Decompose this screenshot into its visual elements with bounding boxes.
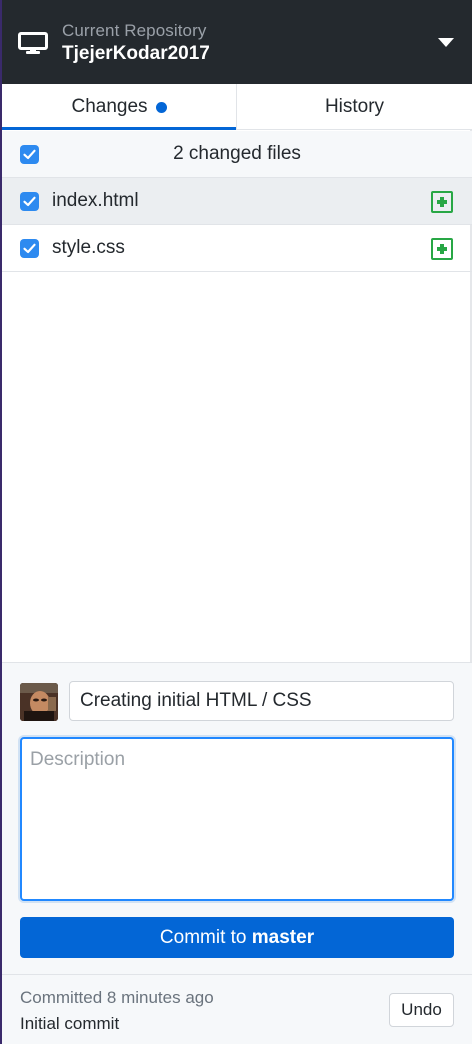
undo-button[interactable]: Undo xyxy=(389,993,454,1027)
repository-caption: Current Repository xyxy=(62,21,207,40)
tab-changes-label: Changes xyxy=(71,95,148,117)
avatar-image xyxy=(20,683,58,721)
last-commit-message: Initial commit xyxy=(20,1014,120,1033)
github-desktop-window: Current Repository TjejerKodar2017 Chang… xyxy=(0,0,472,1044)
file-added-icon xyxy=(431,191,453,213)
tab-history[interactable]: History xyxy=(237,84,472,129)
commit-button[interactable]: Commit to master xyxy=(20,917,454,958)
changed-files-count: 2 changed files xyxy=(173,143,301,164)
repository-name: TjejerKodar2017 xyxy=(62,43,210,64)
commit-description-input[interactable] xyxy=(20,737,454,901)
file-name: index.html xyxy=(52,190,139,211)
commit-branch-name: master xyxy=(251,927,315,948)
tab-changes[interactable]: Changes xyxy=(2,84,237,130)
commit-panel: Commit to master xyxy=(2,662,472,974)
tab-history-label: History xyxy=(324,95,385,117)
file-checkbox[interactable] xyxy=(20,192,39,211)
avatar xyxy=(20,683,58,721)
caret-down-icon[interactable] xyxy=(438,38,454,47)
commit-summary-input[interactable] xyxy=(69,681,454,721)
file-checkbox[interactable] xyxy=(20,239,39,258)
last-commit-panel: Committed 8 minutes ago Initial commit U… xyxy=(2,974,472,1044)
file-name: style.css xyxy=(52,237,125,258)
file-row[interactable]: style.css xyxy=(2,225,472,272)
commit-button-prefix: Commit to xyxy=(159,927,247,948)
checkmark-icon xyxy=(23,243,36,254)
repository-selector[interactable]: Current Repository TjejerKodar2017 xyxy=(2,0,472,84)
last-commit-time: Committed 8 minutes ago xyxy=(20,988,214,1007)
file-added-icon xyxy=(431,238,453,260)
file-row[interactable]: index.html xyxy=(2,178,472,225)
monitor-icon xyxy=(18,32,48,54)
checkmark-icon xyxy=(23,196,36,207)
changes-indicator-dot xyxy=(155,101,167,113)
tab-bar: Changes History xyxy=(2,84,472,130)
changed-files-header: 2 changed files xyxy=(2,131,472,178)
